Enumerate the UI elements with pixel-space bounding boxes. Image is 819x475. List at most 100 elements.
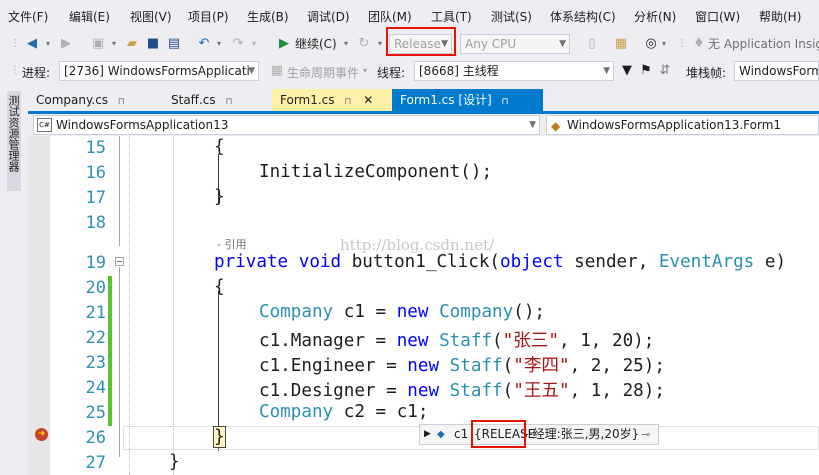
menu-team[interactable]: 团队(M)	[368, 8, 412, 25]
expand-icon[interactable]: ▶	[424, 425, 431, 444]
back-icon[interactable]: ◀	[24, 35, 40, 53]
menu-build[interactable]: 生成(B)	[247, 8, 289, 25]
code-line: InitializeComponent();	[259, 162, 493, 182]
string: "李四"	[513, 356, 570, 376]
tab-form1-cs[interactable]: Form1.cs ⊓ ✕	[272, 89, 392, 112]
menu-test[interactable]: 测试(S)	[491, 8, 532, 25]
project-name: WindowsFormsApplication13	[56, 118, 229, 132]
csharp-project-icon: C#	[37, 118, 52, 132]
thread-select[interactable]: [8668] 主线程 ▼	[414, 61, 614, 81]
device-icon[interactable]: ▯	[585, 35, 599, 53]
application-insights-button[interactable]: 无 Application Insig	[708, 35, 819, 53]
navigation-bar: C# WindowsFormsApplication13 ▼ ◆ Windows…	[28, 114, 819, 136]
menu-tools[interactable]: 工具(T)	[431, 8, 472, 25]
menu-file[interactable]: 文件(F)	[8, 8, 48, 25]
line-number: 22	[85, 328, 106, 348]
test-explorer-tab[interactable]: 测试资源管理器	[7, 91, 21, 191]
continue-icon[interactable]: ▶	[277, 35, 291, 53]
keyword: object	[500, 252, 564, 272]
open-folder-icon[interactable]: ▰	[124, 35, 140, 53]
find-icon[interactable]: ◎	[643, 35, 659, 53]
menu-edit[interactable]: 编辑(E)	[69, 8, 110, 25]
codelens-references[interactable]: - 引用	[217, 236, 246, 252]
keyword: new	[396, 331, 429, 351]
menu-project[interactable]: 项目(P)	[188, 8, 229, 25]
restart-dropdown-icon[interactable]: ▾	[376, 35, 384, 53]
keyword: new	[407, 356, 440, 376]
new-dropdown-icon[interactable]: ▾	[110, 35, 118, 53]
restart-icon[interactable]: ↻	[356, 35, 372, 53]
pin-icon[interactable]: ⊓	[225, 97, 232, 107]
class-select[interactable]: ◆ WindowsFormsApplication13.Form1	[546, 115, 819, 135]
code-line-method: private void button1_Click(object sender…	[214, 252, 787, 272]
line-number: 20	[85, 278, 106, 298]
indicator-margin[interactable]	[28, 136, 50, 475]
close-icon[interactable]: ✕	[363, 93, 373, 107]
line-number: 21	[85, 303, 106, 323]
menu-help[interactable]: 帮助(H)	[759, 8, 801, 25]
menu-debug[interactable]: 调试(D)	[307, 8, 350, 25]
show-flagged-threads-icon[interactable]: ⇵	[658, 62, 672, 80]
forward-icon[interactable]: ▶	[58, 35, 74, 53]
find-in-files-icon[interactable]: ▦	[613, 35, 629, 53]
continue-button[interactable]: 继续(C)	[295, 35, 341, 53]
collapse-icon[interactable]: −	[115, 257, 124, 266]
tab-company-cs[interactable]: Company.cs ⊓	[28, 89, 163, 112]
outline-line	[119, 267, 120, 457]
continue-dropdown-icon[interactable]: ▾	[342, 35, 350, 53]
code-line: {	[214, 277, 225, 297]
filter-icon[interactable]: ▼	[620, 62, 634, 80]
data-tip[interactable]: ▶ ◆ c1 {RELEASE --经理:张三,男,20岁} ⊸	[419, 424, 659, 445]
pin-icon[interactable]: ⊓	[118, 97, 125, 107]
undo-dropdown-icon[interactable]: ▾	[215, 35, 223, 53]
type: EventArgs	[658, 252, 755, 272]
tab-label: Company.cs	[36, 93, 109, 107]
lifecycle-events-button[interactable]: 生命周期事件	[287, 64, 359, 81]
lifecycle-events-icon[interactable]: ▦	[270, 62, 284, 80]
line-number: 23	[85, 353, 106, 373]
new-project-icon[interactable]: ▣	[90, 35, 106, 53]
tab-label: Form1.cs [设计]	[400, 93, 492, 107]
keyword: void	[298, 252, 342, 272]
menu-window[interactable]: 窗口(W)	[695, 8, 740, 25]
tab-form1-designer[interactable]: Form1.cs [设计] ⊓	[392, 89, 543, 112]
process-select[interactable]: [2736] WindowsFormsApplicati ▼	[59, 61, 259, 81]
solution-platform-value: Any CPU	[465, 37, 517, 51]
line-number: 17	[85, 188, 106, 208]
type: Staff	[439, 331, 493, 351]
keyword: new	[396, 302, 429, 322]
pin-icon[interactable]: ⊓	[344, 97, 351, 107]
save-icon[interactable]: ■	[145, 35, 161, 53]
change-indicator	[108, 276, 112, 426]
project-select[interactable]: C# WindowsFormsApplication13 ▼	[33, 115, 540, 135]
field-icon: ◆	[437, 429, 445, 440]
menu-analyze[interactable]: 分析(N)	[634, 8, 676, 25]
pin-icon[interactable]: ⊓	[502, 97, 509, 107]
redo-dropdown-icon[interactable]: ▾	[250, 35, 258, 53]
keyword: private	[214, 252, 289, 272]
tab-staff-cs[interactable]: Staff.cs ⊓	[163, 89, 272, 112]
indent-guide	[129, 136, 130, 475]
solution-platform-select[interactable]: Any CPU ▼	[460, 34, 570, 54]
stack-frame-select[interactable]: WindowsForm	[734, 61, 819, 81]
save-all-icon[interactable]: ▤	[166, 35, 182, 53]
menu-architecture[interactable]: 体系结构(C)	[550, 8, 616, 25]
menu-view[interactable]: 视图(V)	[130, 8, 172, 25]
stack-frame-value: WindowsForm	[739, 64, 819, 78]
line-number: 15	[85, 138, 106, 158]
type: Company	[259, 402, 334, 422]
redo-icon[interactable]: ↷	[230, 35, 246, 53]
find-dropdown-icon[interactable]: ▾	[660, 35, 668, 53]
document-tabs: Company.cs ⊓ Staff.cs ⊓ Form1.cs ⊓ ✕ For…	[28, 89, 819, 112]
lifecycle-dropdown-icon[interactable]: ▾	[361, 62, 369, 80]
class-name: WindowsFormsApplication13.Form1	[567, 118, 782, 132]
code-line: Company c1 = new Company();	[259, 302, 546, 322]
toolbar-grip-icon: ⋮	[10, 65, 20, 76]
pin-icon[interactable]: ⊸	[641, 425, 650, 444]
undo-icon[interactable]: ↶	[196, 35, 212, 53]
current-statement-icon[interactable]: ➜	[35, 428, 48, 441]
back-dropdown-icon[interactable]: ▾	[44, 35, 52, 53]
application-insights-icon[interactable]: ♦	[692, 35, 706, 53]
line-number: 18	[85, 213, 106, 233]
flag-threads-icon[interactable]: ⚑	[639, 62, 653, 80]
